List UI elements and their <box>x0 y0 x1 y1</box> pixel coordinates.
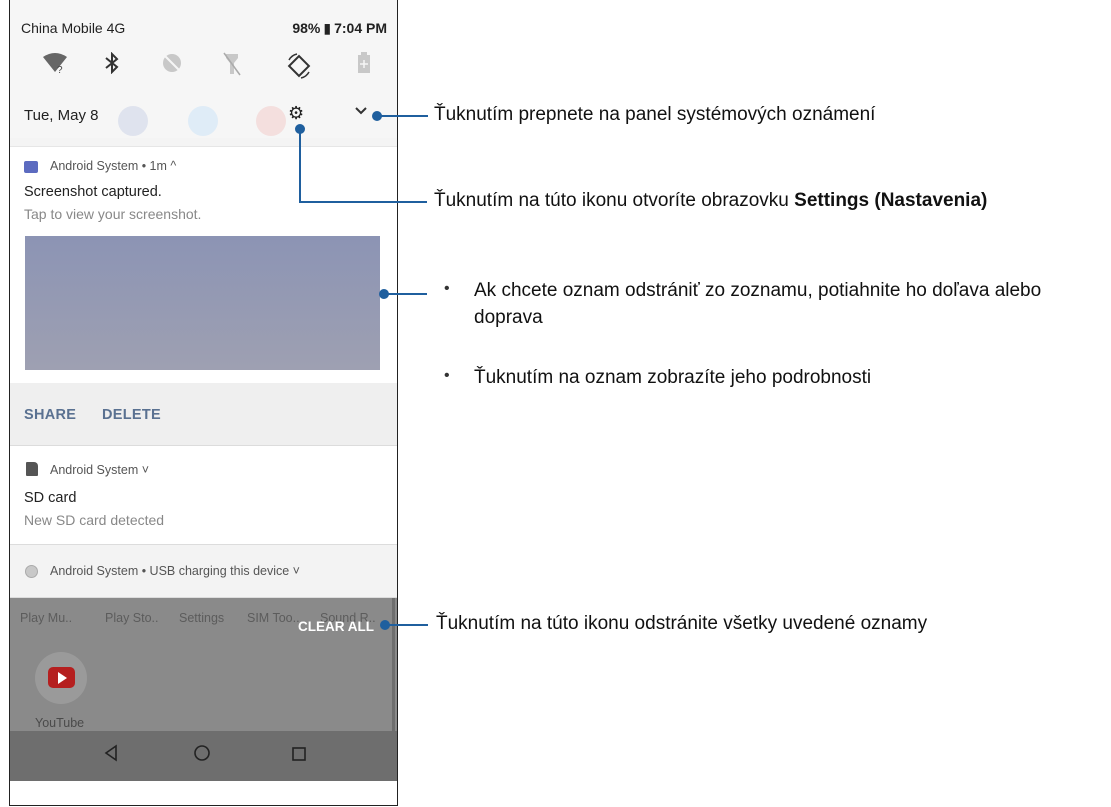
app-label: Play Sto.. <box>105 611 159 625</box>
do-not-disturb-off-icon[interactable] <box>157 52 187 82</box>
sd-card-icon <box>26 462 38 476</box>
usb-icon <box>25 565 38 578</box>
app-label: SIM Too.. <box>247 611 300 625</box>
carrier-label: China Mobile 4G <box>21 20 126 36</box>
notification-app-line: Android System • 1m ^ <box>50 159 177 173</box>
blank-area <box>10 781 397 805</box>
recents-icon[interactable] <box>284 741 314 771</box>
status-bar: China Mobile 4G 98% ▮ 7:04 PM <box>10 0 397 42</box>
callout-line <box>380 115 428 117</box>
screenshot-notification[interactable]: Android System • 1m ^ Screenshot capture… <box>10 146 397 384</box>
callout-line <box>299 130 301 202</box>
callout-line <box>388 624 428 626</box>
sd-card-notification[interactable]: Android System ˅ SD card New SD card det… <box>10 446 397 545</box>
phone-screen: China Mobile 4G 98% ▮ 7:04 PM ? Tue, May 8… <box>9 0 398 806</box>
gear-icon[interactable]: ⚙ <box>288 103 304 124</box>
background-app-icon <box>118 106 148 136</box>
callout-bullet-1: Ak chcete oznam odstrániť zo zoznamu, po… <box>474 280 1042 328</box>
wifi-unknown-icon[interactable]: ? <box>40 52 70 82</box>
notification-title: SD card <box>24 490 77 506</box>
notification-subtitle: New SD card detected <box>24 512 165 528</box>
date-row: Tue, May 8 ⚙ <box>10 98 397 138</box>
youtube-label: YouTube <box>35 716 85 730</box>
auto-rotate-icon[interactable] <box>284 52 314 82</box>
usb-charging-notification[interactable]: Android System • USB charging this devic… <box>10 545 397 598</box>
screenshot-preview[interactable] <box>25 236 380 370</box>
navigation-bar <box>10 731 397 781</box>
battery-saver-icon[interactable] <box>349 52 379 82</box>
callout-settings-bold: Settings (Nastavenia) <box>794 190 988 211</box>
background-app-icon <box>188 106 218 136</box>
callout-line <box>299 201 427 203</box>
notification-actions: SHARE DELETE <box>10 383 397 446</box>
play-icon <box>58 672 67 684</box>
notification-title: Screenshot captured. <box>24 184 162 200</box>
bullet-marker: • <box>444 280 450 297</box>
background-app-icon <box>256 106 286 136</box>
svg-text:?: ? <box>57 65 63 74</box>
home-screen-background: Play Mu.. Play Sto.. Settings SIM Too.. … <box>10 598 397 731</box>
date-label: Tue, May 8 <box>24 107 99 124</box>
chevron-down-icon[interactable] <box>354 103 368 121</box>
back-icon[interactable] <box>96 741 126 771</box>
callout-settings: Ťuknutím na túto ikonu otvoríte obrazovk… <box>434 190 987 212</box>
app-label: Settings <box>179 611 225 625</box>
clock: 7:04 PM <box>334 20 387 36</box>
battery-icon: ▮ <box>323 20 332 36</box>
youtube-app-icon <box>35 652 87 704</box>
callout-settings-text: Ťuknutím na túto ikonu otvoríte obrazovk… <box>434 190 795 211</box>
bullet-marker: • <box>444 367 450 384</box>
image-icon <box>24 161 38 173</box>
share-button[interactable]: SHARE <box>24 407 76 423</box>
bluetooth-icon[interactable] <box>97 51 127 82</box>
delete-button[interactable]: DELETE <box>102 407 161 423</box>
callout-bullet-2: Ťuknutím na oznam zobrazíte jeho podrobn… <box>474 367 872 388</box>
callout-clear-all: Ťuknutím na túto ikonu odstránite všetky… <box>436 613 928 634</box>
notification-app-line: Android System • USB charging this devic… <box>50 564 300 578</box>
notification-app-line: Android System ˅ <box>50 463 150 477</box>
scrollbar[interactable] <box>392 598 395 731</box>
home-icon[interactable] <box>187 741 217 771</box>
flashlight-off-icon[interactable] <box>217 52 247 82</box>
callout-line <box>387 293 427 295</box>
status-right: 98% ▮ 7:04 PM <box>292 20 387 37</box>
quick-settings-row: ? <box>10 42 397 98</box>
clear-all-button[interactable]: CLEAR ALL <box>298 619 374 634</box>
callout-expand: Ťuknutím prepnete na panel systémových o… <box>434 104 876 125</box>
notification-subtitle: Tap to view your screenshot. <box>24 206 202 222</box>
battery-percent: 98% <box>292 20 321 36</box>
app-label: Play Mu.. <box>20 611 73 625</box>
